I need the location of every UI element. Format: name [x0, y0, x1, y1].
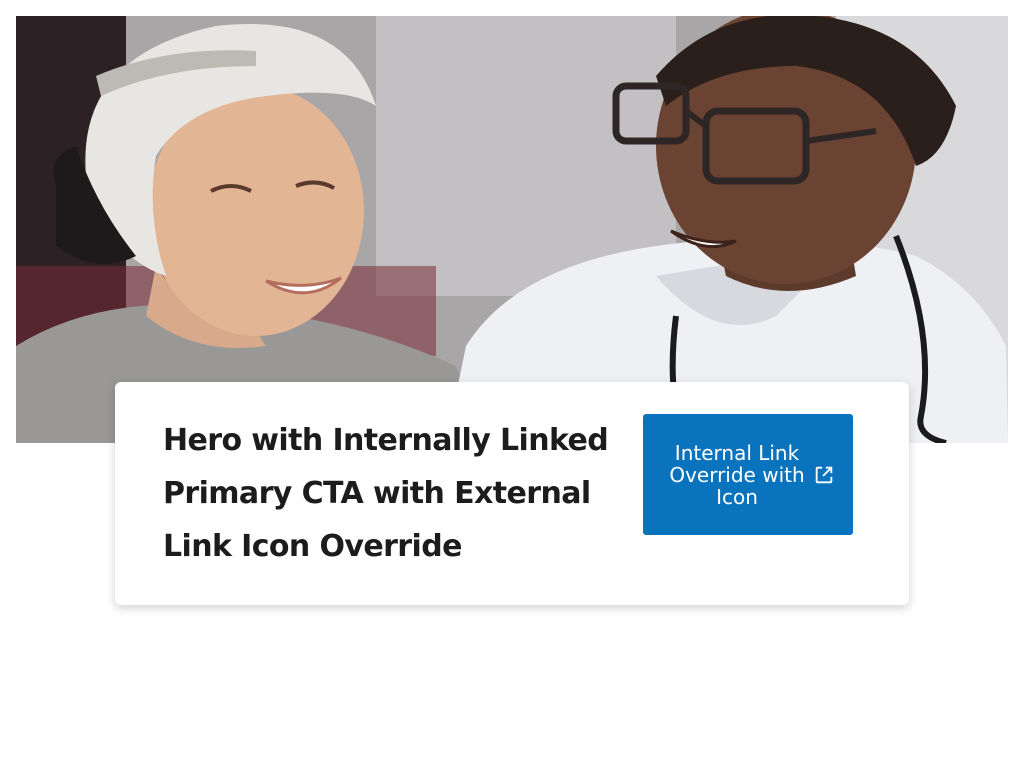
hero-photo [16, 16, 1008, 443]
external-link-icon [813, 464, 835, 486]
hero-title: Hero with Internally Linked Primary CTA … [163, 423, 609, 564]
primary-cta-label: Internal Link Override with Icon [669, 440, 805, 509]
primary-cta-button[interactable]: Internal Link Override with Icon [643, 414, 853, 535]
hero-image [16, 16, 1008, 443]
hero-card: Hero with Internally Linked Primary CTA … [115, 382, 909, 605]
page: Hero with Internally Linked Primary CTA … [0, 0, 1024, 768]
